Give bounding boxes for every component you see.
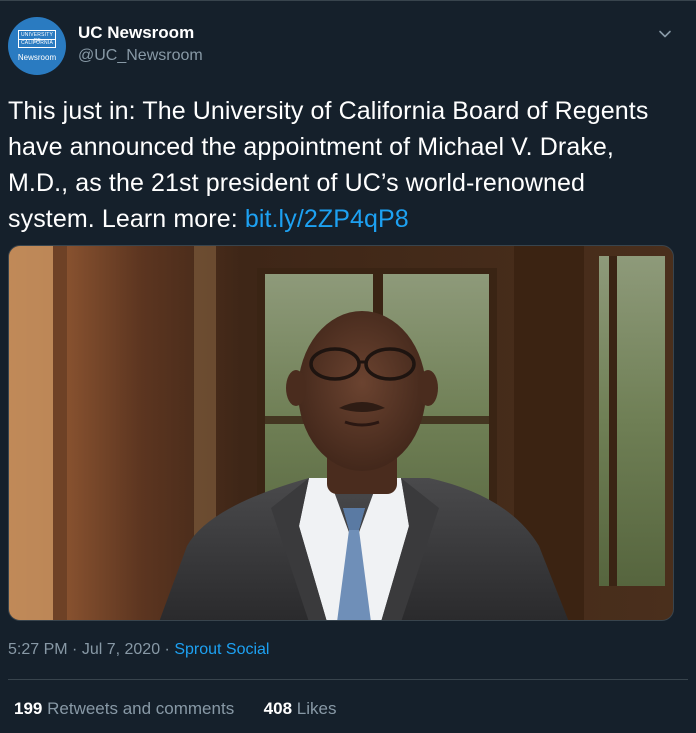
chevron-down-icon[interactable] <box>656 25 674 43</box>
avatar-logo-line1: UNIVERSITY OF <box>19 32 55 44</box>
divider <box>8 679 688 680</box>
author-names: UC Newsroom @UC_Newsroom <box>78 22 203 66</box>
user-handle[interactable]: @UC_Newsroom <box>78 45 203 66</box>
tweet-text: This just in: The University of Californ… <box>8 93 678 237</box>
avatar-logo: UNIVERSITY OF CALIFORNIA <box>18 30 56 48</box>
likes-label[interactable]: Likes <box>297 699 337 718</box>
retweets-count[interactable]: 199 <box>14 699 42 718</box>
tweet-date[interactable]: Jul 7, 2020 <box>82 641 160 658</box>
tweet-stats: 199 Retweets and comments 408 Likes <box>14 698 336 720</box>
avatar[interactable]: UNIVERSITY OF CALIFORNIA Newsroom <box>8 17 66 75</box>
tweet-photo[interactable] <box>8 245 674 621</box>
likes-count[interactable]: 408 <box>264 699 292 718</box>
tweet-header: UNIVERSITY OF CALIFORNIA Newsroom UC New… <box>8 15 696 75</box>
avatar-label: Newsroom <box>17 53 57 62</box>
retweets-label[interactable]: Retweets and comments <box>47 699 234 718</box>
portrait-image <box>9 246 673 620</box>
meta-separator-2: · <box>160 641 175 658</box>
tweet-card: UNIVERSITY OF CALIFORNIA Newsroom UC New… <box>0 0 696 733</box>
avatar-logo-line2: CALIFORNIA <box>20 40 53 46</box>
display-name[interactable]: UC Newsroom <box>78 22 203 44</box>
tweet-meta: 5:27 PM · Jul 7, 2020 · Sprout Social <box>8 639 269 661</box>
tweet-source[interactable]: Sprout Social <box>174 641 269 658</box>
tweet-link[interactable]: bit.ly/2ZP4qP8 <box>245 205 409 233</box>
meta-separator: · <box>67 641 82 658</box>
tweet-time[interactable]: 5:27 PM <box>8 641 68 658</box>
